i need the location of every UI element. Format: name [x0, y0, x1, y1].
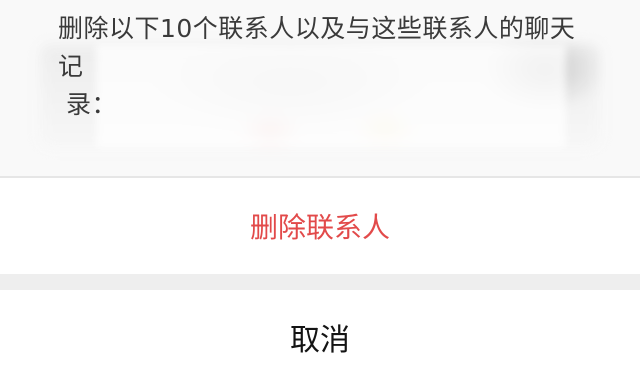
cancel-button[interactable]: 取消 — [0, 290, 640, 383]
dialog-message: 删除以下10个联系人以及与这些联系人的聊天记 录： — [58, 10, 598, 124]
delete-contacts-label: 删除联系人 — [249, 211, 390, 244]
message-line-2: 录： — [66, 90, 118, 119]
section-gap — [0, 274, 640, 290]
dialog-header: 删除以下10个联系人以及与这些联系人的聊天记 录： — [0, 0, 640, 176]
action-sheet: 删除以下10个联系人以及与这些联系人的聊天记 录： 删除联系人 取消 — [0, 0, 640, 383]
cancel-label: 取消 — [290, 322, 350, 358]
delete-contacts-button[interactable]: 删除联系人 — [0, 178, 640, 274]
message-line-1: 删除以下10个联系人以及与这些联系人的聊天记 — [58, 14, 576, 81]
